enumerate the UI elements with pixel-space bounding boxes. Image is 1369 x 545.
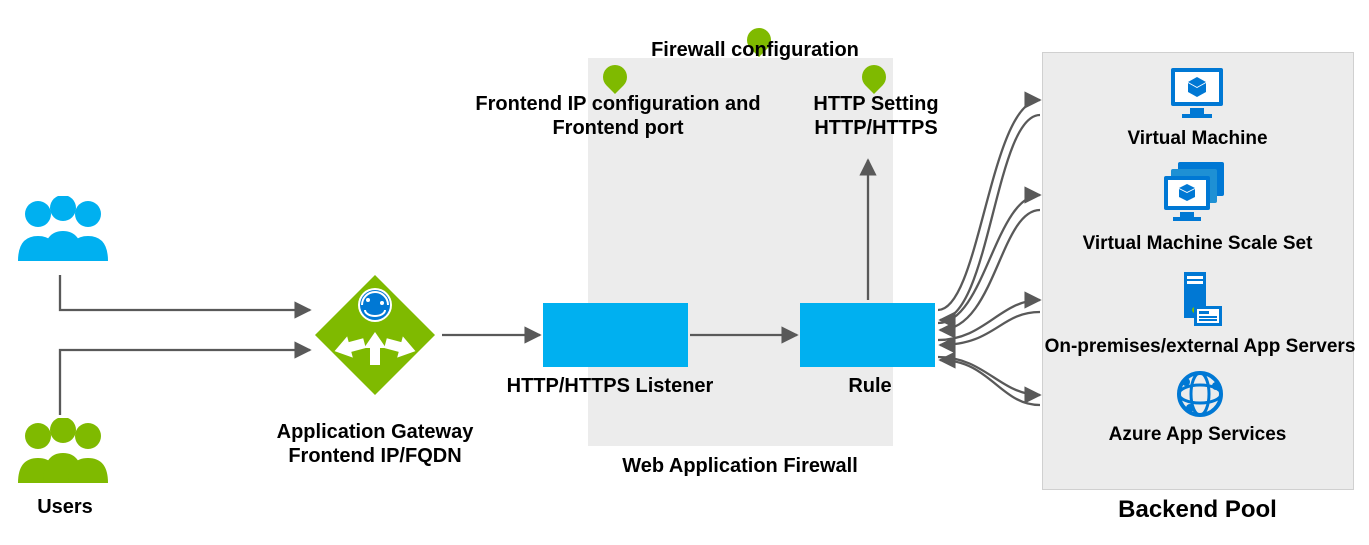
app-services-label: Azure App Services [1060, 424, 1335, 447]
app-gateway-icon [310, 270, 440, 405]
vm-icon [1168, 65, 1226, 125]
users-label: Users [15, 495, 115, 519]
app-gateway-line1: Application Gateway [277, 421, 474, 443]
vmss-label: Virtual Machine Scale Set [1060, 233, 1335, 256]
http-setting-line1: HTTP Setting [813, 93, 938, 115]
frontend-ip-line1: Frontend IP configuration and [475, 93, 760, 115]
server-icon [1174, 270, 1224, 333]
http-setting-label: HTTP Setting HTTP/HTTPS [796, 92, 956, 140]
frontend-ip-label: Frontend IP configuration and Frontend p… [457, 92, 779, 140]
frontend-ip-line2: Frontend port [552, 117, 683, 139]
firewall-config-label: Firewall configuration [630, 38, 880, 62]
rule-block [800, 303, 935, 367]
http-setting-line2: HTTP/HTTPS [814, 117, 937, 139]
rule-label: Rule [815, 374, 925, 398]
listener-label: HTTP/HTTPS Listener [480, 374, 740, 398]
listener-block [543, 303, 688, 367]
waf-label: Web Application Firewall [585, 454, 895, 478]
users-icon [8, 196, 118, 271]
vmss-icon [1160, 160, 1234, 230]
onprem-label: On-premises/external App Servers [1040, 336, 1360, 359]
users-icon [8, 418, 118, 493]
app-gateway-label: Application Gateway Frontend IP/FQDN [250, 420, 500, 468]
app-services-icon [1176, 370, 1224, 423]
backend-pool-label: Backend Pool [1060, 496, 1335, 525]
vm-label: Virtual Machine [1060, 128, 1335, 151]
app-gateway-line2: Frontend IP/FQDN [288, 445, 461, 467]
